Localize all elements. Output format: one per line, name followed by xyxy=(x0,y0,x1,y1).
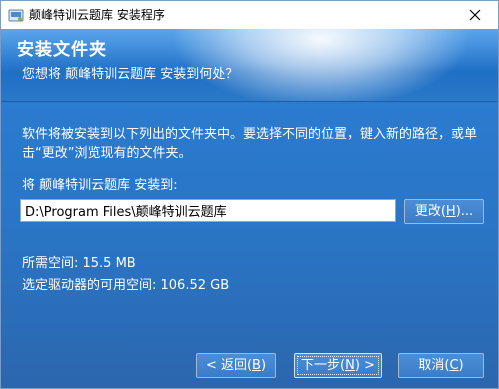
page-title: 安装文件夹 xyxy=(17,40,107,60)
title-bar: 颠峰特训云题库 安装程序 xyxy=(1,1,498,29)
cancel-button[interactable]: 取消(C) xyxy=(398,353,484,378)
window-title: 颠峰特训云题库 安装程序 xyxy=(29,8,165,22)
installer-window: 颠峰特训云题库 安装程序 安装文件夹 您想将 颠峰特训云题库 安装到何处？ 软件… xyxy=(0,0,499,389)
close-button[interactable] xyxy=(452,1,498,29)
installer-icon xyxy=(8,7,24,23)
back-button-label: < 返回( xyxy=(205,358,253,373)
required-space-text: 所需空间: 15.5 MB xyxy=(22,256,136,271)
content-area: 软件将被安装到以下列出的文件夹中。要选择不同的位置，键入新的路径，或单击“更改”… xyxy=(1,102,498,388)
close-icon xyxy=(469,9,481,21)
page-header: 安装文件夹 您想将 颠峰特训云题库 安装到何处？ xyxy=(1,29,498,101)
change-button[interactable]: 更改(H)... xyxy=(404,199,484,224)
focus-ring xyxy=(297,356,379,375)
cancel-button-label: 取消( xyxy=(418,358,450,373)
change-button-label: 更改( xyxy=(414,204,446,219)
destination-label: 将 颠峰特训云题库 安装到: xyxy=(22,178,178,193)
change-button-accel: H xyxy=(445,204,456,219)
change-button-suffix: )... xyxy=(455,204,474,219)
destination-path-input[interactable] xyxy=(20,199,396,222)
back-button-suffix: ) xyxy=(260,358,267,373)
available-space-text: 选定驱动器的可用空间: 106.52 GB xyxy=(22,278,230,293)
page-subtitle: 您想将 颠峰特训云题库 安装到何处？ xyxy=(22,67,239,82)
header-glow-decoration xyxy=(171,29,471,101)
next-button[interactable]: 下一步(N) > xyxy=(294,353,382,378)
back-button-accel: B xyxy=(252,358,261,373)
cancel-button-suffix: ) xyxy=(458,358,464,373)
cancel-button-accel: C xyxy=(449,358,459,373)
back-button[interactable]: < 返回(B) xyxy=(196,353,276,378)
instructions-text: 软件将被安装到以下列出的文件夹中。要选择不同的位置，键入新的路径，或单击“更改”… xyxy=(22,127,478,161)
